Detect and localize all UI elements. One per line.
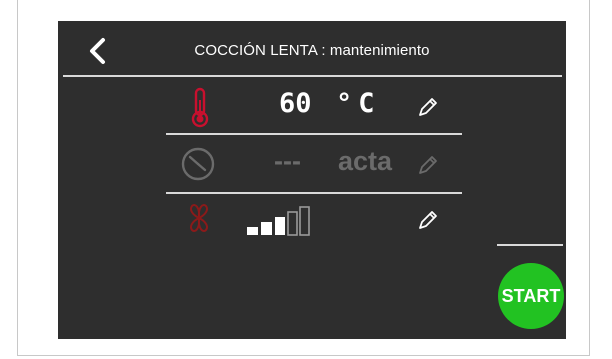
time-value: --- (274, 146, 301, 176)
time-unit: acta (338, 146, 393, 176)
row-divider (166, 133, 462, 135)
row-divider (166, 192, 462, 194)
start-divider (497, 244, 563, 246)
thermometer-icon (191, 87, 209, 128)
control-screen: COCCIÓN LENTA : mantenimiento 60 °C --- … (58, 21, 566, 339)
header-divider (63, 75, 562, 77)
signal-level-icon (247, 206, 310, 236)
page-title: COCCIÓN LENTA : mantenimiento (194, 42, 430, 59)
start-button[interactable]: START (498, 263, 564, 329)
pencil-icon[interactable] (416, 153, 440, 177)
pencil-icon[interactable] (416, 95, 440, 119)
time-row: --- acta (166, 138, 462, 190)
temperature-value: 60 (279, 88, 312, 119)
clock-icon (181, 147, 215, 181)
fan-row (166, 195, 462, 247)
temperature-unit: °C (336, 88, 381, 119)
fan-icon (189, 204, 209, 232)
temperature-row: 60 °C (166, 80, 462, 132)
pencil-icon[interactable] (416, 208, 440, 232)
